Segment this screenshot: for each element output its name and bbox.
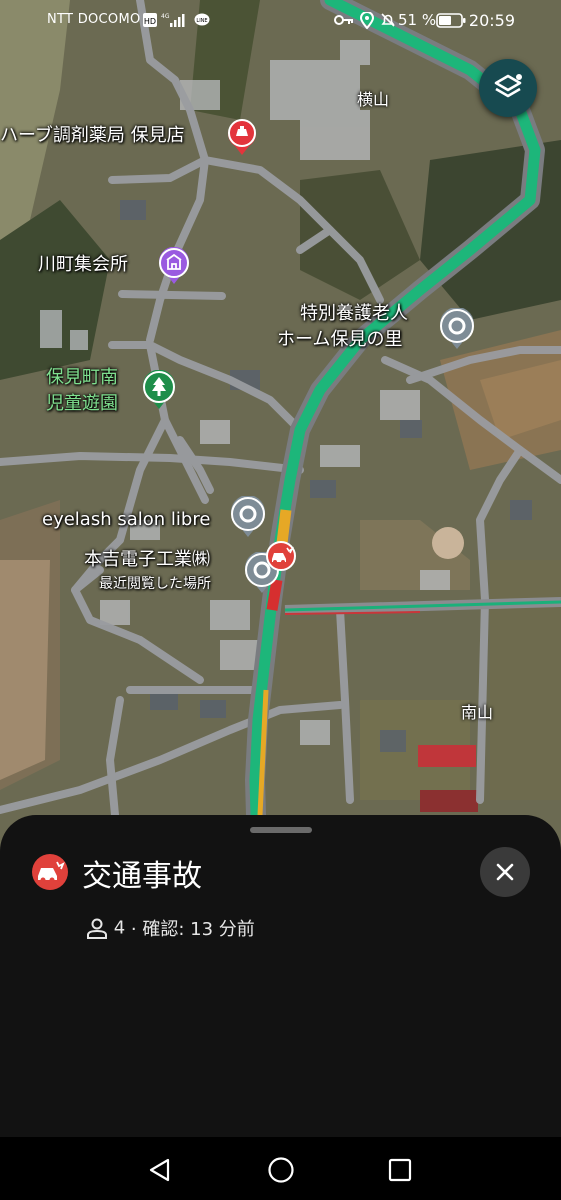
poi-subtitle: 最近閲覧した場所 (99, 576, 211, 592)
drag-handle[interactable] (250, 827, 312, 833)
person-icon (87, 918, 107, 939)
poi-label: 本吉電子工業㈱ (84, 549, 210, 570)
community-hall-icon (159, 247, 189, 284)
layers-button[interactable] (479, 59, 537, 117)
place-pin-icon (231, 496, 265, 537)
system-nav-bar (0, 1137, 561, 1200)
pharmacy-icon (228, 119, 256, 155)
carrier-name: NTT DOCOMO (47, 12, 141, 27)
park-icon (143, 370, 175, 409)
alarm-off-icon (381, 13, 395, 27)
poi-label-line2: 児童遊園 (46, 393, 118, 414)
incident-sheet[interactable]: 交通事故 4 · 確認: 13 分前 (0, 815, 561, 1137)
hd-icon: HD (143, 13, 157, 27)
poi-label-line2: ホーム保見の里 (277, 329, 403, 350)
area-label-yokoyama: 横山 (357, 90, 390, 109)
incident-title: 交通事故 (82, 859, 202, 894)
battery-percent: 51 % (398, 11, 437, 29)
car-crash-icon[interactable] (265, 540, 297, 572)
incident-meta: 4 · 確認: 13 分前 (86, 915, 255, 941)
status-bar: NTT DOCOMO HD 4G LINE 51 % 20:59 (0, 0, 561, 42)
car-crash-icon (32, 854, 68, 890)
key-icon (334, 15, 353, 25)
recents-icon[interactable] (387, 1157, 413, 1183)
poi-label: eyelash salon libre (42, 509, 211, 530)
battery-icon (436, 13, 466, 28)
confirmed-time: · 確認: 13 分前 (130, 919, 255, 940)
clock: 20:59 (468, 11, 515, 30)
home-icon[interactable] (267, 1156, 295, 1184)
close-button[interactable] (480, 847, 530, 897)
line-app-icon: LINE (194, 13, 210, 26)
svg-text:LINE: LINE (196, 18, 207, 24)
svg-text:4G: 4G (161, 13, 170, 20)
reporter-count: 4 (113, 917, 126, 939)
layers-icon (494, 74, 522, 98)
close-icon (496, 863, 514, 881)
area-label-minamiyama: 南山 (461, 703, 494, 722)
signal-icon: 4G (161, 13, 185, 27)
poi-label: ハーブ調剤薬局 保見店 (0, 125, 185, 146)
poi-label-line1: 保見町南 (46, 367, 118, 388)
poi-label-line1: 特別養護老人 (300, 303, 408, 324)
back-icon[interactable] (147, 1157, 173, 1183)
poi-label: 川町集会所 (38, 254, 128, 275)
location-icon (360, 12, 374, 29)
place-pin-icon (440, 308, 474, 349)
svg-text:HD: HD (144, 17, 156, 26)
